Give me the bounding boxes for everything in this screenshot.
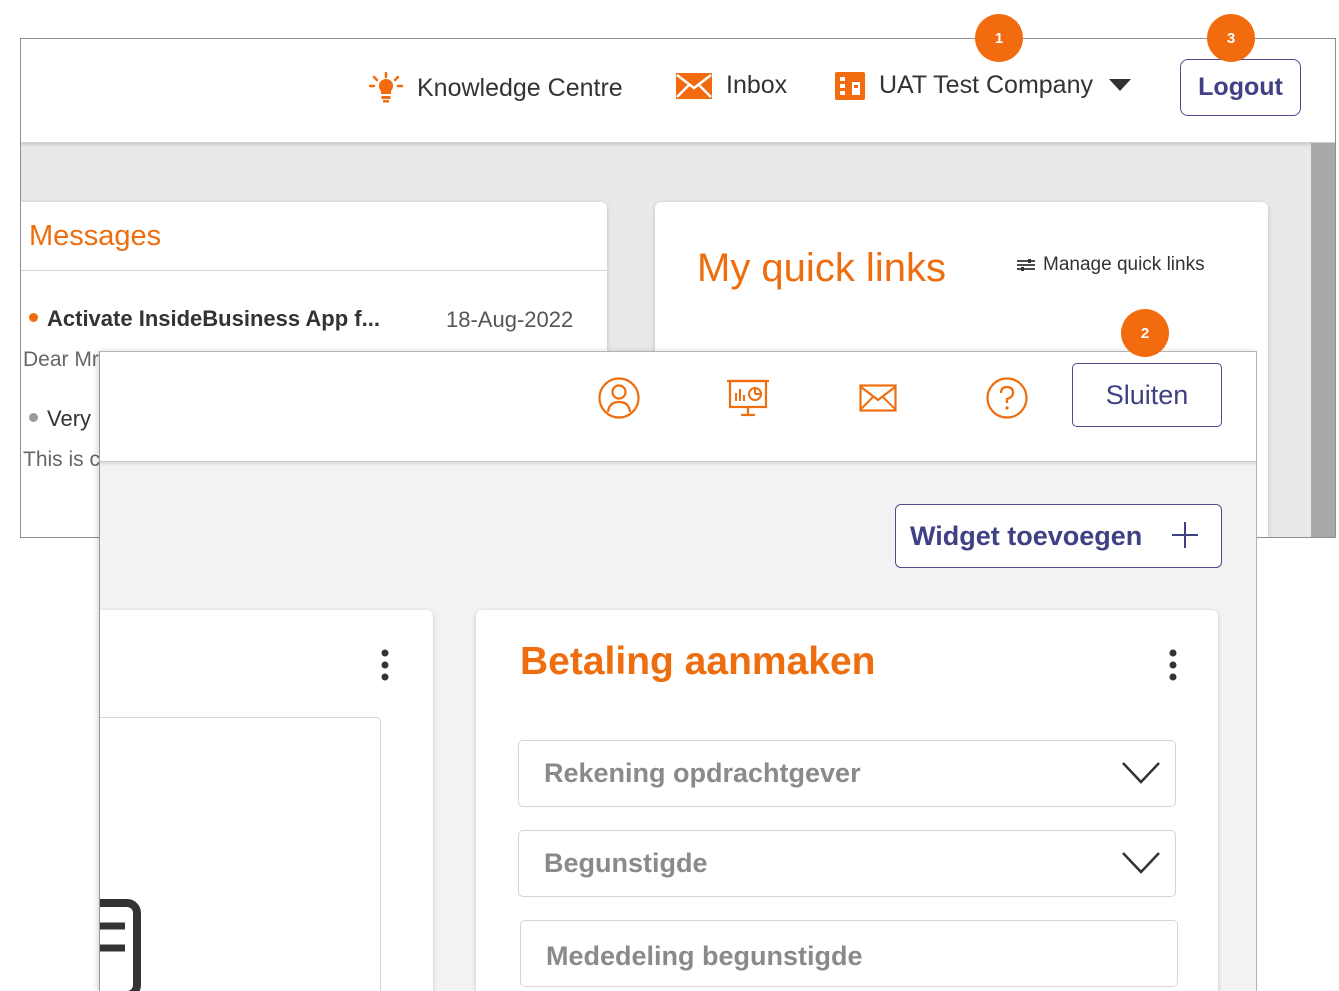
message-preview: Dear Mr	[23, 348, 99, 371]
chevron-down-icon	[1122, 852, 1160, 874]
close-button[interactable]: Sluiten	[1072, 363, 1222, 427]
unread-dot-icon	[29, 312, 38, 322]
knowledge-centre-label: Knowledge Centre	[417, 73, 623, 102]
widget-card	[100, 610, 433, 991]
beneficiary-message-input[interactable]: Mededeling begunstigde	[520, 920, 1178, 987]
add-widget-label: Widget toevoegen	[910, 520, 1143, 551]
callout-badge-2: 2	[1121, 309, 1169, 357]
lightbulb-icon	[369, 71, 403, 103]
message-date: 18-Aug-2022	[446, 307, 574, 332]
user-icon[interactable]	[597, 376, 641, 420]
top-navigation-bar: Knowledge Centre Inbox UAT Test Company	[21, 39, 1335, 143]
caret-down-icon	[1108, 78, 1131, 91]
originator-account-select[interactable]: Rekening opdrachtgever	[518, 740, 1176, 807]
company-selector[interactable]: UAT Test Company	[835, 71, 1131, 100]
building-icon	[835, 71, 865, 100]
dashboard-icon[interactable]	[726, 376, 770, 420]
read-dot-icon	[29, 412, 38, 422]
company-label: UAT Test Company	[879, 71, 1093, 99]
more-options-icon[interactable]	[380, 648, 390, 682]
manage-quick-links-link[interactable]: Manage quick links	[1017, 254, 1205, 276]
messages-title: Messages	[29, 220, 162, 252]
manage-quick-links-label: Manage quick links	[1043, 254, 1205, 275]
scrollbar[interactable]	[1311, 143, 1335, 537]
knowledge-centre-link[interactable]: Knowledge Centre	[369, 71, 623, 105]
logout-button[interactable]: Logout	[1180, 59, 1301, 116]
add-widget-button[interactable]: Widget toevoegen	[895, 504, 1222, 568]
new-portal-screenshot: Sluiten Widget toevoegen Betaling aanmak…	[99, 351, 1257, 991]
create-payment-widget: Betaling aanmaken Rekening opdrachtgever…	[476, 610, 1218, 991]
top-navigation-bar: Sluiten	[100, 352, 1256, 462]
callout-badge-3: 3	[1207, 14, 1255, 62]
more-options-icon[interactable]	[1168, 648, 1178, 682]
inbox-label: Inbox	[726, 71, 788, 99]
field-label: Rekening opdrachtgever	[544, 758, 861, 788]
plus-icon	[1172, 522, 1198, 548]
quick-links-title: My quick links	[697, 246, 946, 290]
sliders-icon	[1017, 259, 1035, 271]
message-item[interactable]: Activate InsideBusiness App f...	[29, 306, 380, 332]
help-icon[interactable]	[985, 376, 1029, 420]
field-label: Begunstigde	[544, 848, 708, 878]
beneficiary-select[interactable]: Begunstigde	[518, 830, 1176, 897]
mail-icon[interactable]	[856, 376, 900, 420]
message-title: Activate InsideBusiness App f...	[47, 306, 380, 331]
widget-content-panel	[100, 717, 381, 991]
callout-badge-1: 1	[975, 14, 1023, 62]
message-preview: This is c	[23, 448, 101, 471]
document-icon	[100, 899, 141, 991]
divider	[21, 270, 607, 271]
chevron-down-icon	[1122, 762, 1160, 784]
message-title: Very	[47, 406, 92, 431]
message-item[interactable]: Very	[29, 406, 91, 432]
field-placeholder: Mededeling begunstigde	[546, 941, 863, 971]
inbox-link[interactable]: Inbox	[676, 71, 787, 100]
envelope-icon	[676, 72, 712, 99]
widget-title: Betaling aanmaken	[520, 640, 876, 683]
